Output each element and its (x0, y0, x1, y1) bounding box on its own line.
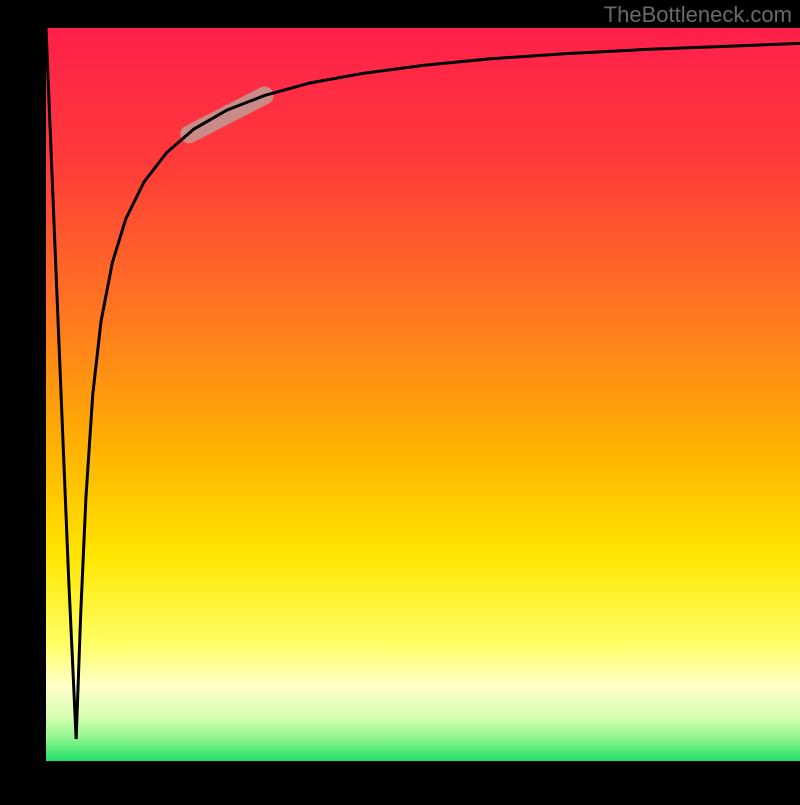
attribution-label: TheBottleneck.com (604, 2, 792, 28)
bottleneck-chart (0, 0, 800, 800)
plot-background (46, 28, 800, 761)
chart-svg (0, 0, 800, 800)
